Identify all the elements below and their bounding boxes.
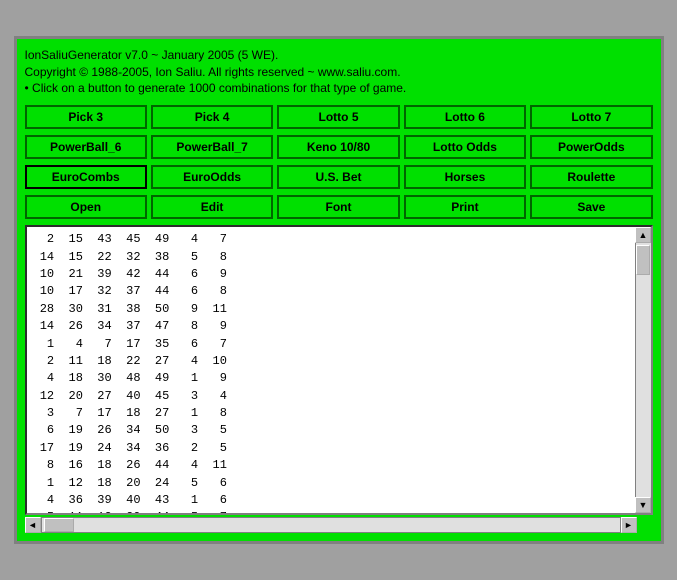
header-line2: Copyright © 1988-2005, Ion Saliu. All ri… — [25, 64, 653, 81]
button-row-3: OpenEditFontPrintSave — [25, 195, 653, 219]
button-row-1: PowerBall_6PowerBall_7Keno 10/80Lotto Od… — [25, 135, 653, 159]
power-odds-button[interactable]: PowerOdds — [530, 135, 652, 159]
lotto-odds-button[interactable]: Lotto Odds — [404, 135, 526, 159]
edit-button[interactable]: Edit — [151, 195, 273, 219]
powerball7-button[interactable]: PowerBall_7 — [151, 135, 273, 159]
horizontal-scrollbar[interactable] — [41, 517, 621, 533]
scroll-track-horizontal[interactable] — [42, 518, 620, 532]
header-line1: IonSaliuGenerator v7.0 ~ January 2005 (5… — [25, 47, 653, 64]
button-row-2: EuroCombsEuroOddsU.S. BetHorsesRoulette — [25, 165, 653, 189]
save-button[interactable]: Save — [530, 195, 652, 219]
pick4-button[interactable]: Pick 4 — [151, 105, 273, 129]
scroll-thumb-vertical[interactable] — [636, 245, 650, 275]
lotto7-button[interactable]: Lotto 7 — [530, 105, 652, 129]
scroll-up-button[interactable]: ▲ — [635, 227, 651, 243]
open-button[interactable]: Open — [25, 195, 147, 219]
horizontal-scrollbar-row: ◄ ► — [25, 517, 653, 533]
roulette-button[interactable]: Roulette — [530, 165, 652, 189]
euro-combs-button[interactable]: EuroCombs — [25, 165, 147, 189]
horses-button[interactable]: Horses — [404, 165, 526, 189]
lotto6-button[interactable]: Lotto 6 — [404, 105, 526, 129]
font-button[interactable]: Font — [277, 195, 399, 219]
scroll-right-button[interactable]: ► — [621, 517, 637, 533]
print-button[interactable]: Print — [404, 195, 526, 219]
scroll-left-button[interactable]: ◄ — [25, 517, 41, 533]
keno-button[interactable]: Keno 10/80 — [277, 135, 399, 159]
output-area: 2 15 43 45 49 4 7 14 15 22 32 38 5 8 10 … — [25, 225, 653, 515]
euro-odds-button[interactable]: EuroOdds — [151, 165, 273, 189]
lotto5-button[interactable]: Lotto 5 — [277, 105, 399, 129]
scroll-track-vertical[interactable] — [636, 243, 651, 497]
header-line3: • Click on a button to generate 1000 com… — [25, 80, 653, 97]
us-bet-button[interactable]: U.S. Bet — [277, 165, 399, 189]
pick3-button[interactable]: Pick 3 — [25, 105, 147, 129]
scroll-thumb-horizontal[interactable] — [44, 518, 74, 532]
scroll-down-button[interactable]: ▼ — [635, 497, 651, 513]
vertical-scrollbar[interactable]: ▲ ▼ — [635, 227, 651, 513]
header-section: IonSaliuGenerator v7.0 ~ January 2005 (5… — [25, 47, 653, 97]
main-window: IonSaliuGenerator v7.0 ~ January 2005 (5… — [14, 36, 664, 544]
button-row-0: Pick 3Pick 4Lotto 5Lotto 6Lotto 7 — [25, 105, 653, 129]
output-text[interactable]: 2 15 43 45 49 4 7 14 15 22 32 38 5 8 10 … — [27, 227, 635, 513]
powerball6-button[interactable]: PowerBall_6 — [25, 135, 147, 159]
